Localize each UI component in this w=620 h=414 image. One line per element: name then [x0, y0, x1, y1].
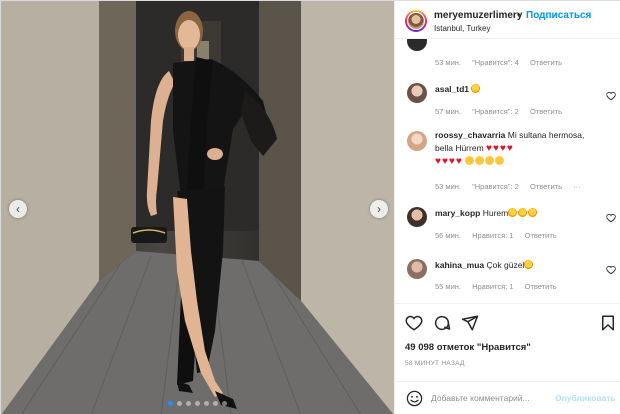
- follow-button[interactable]: Подписаться: [526, 10, 591, 21]
- carousel-next-button[interactable]: ›: [370, 200, 388, 218]
- likes-count[interactable]: 49 098 отметок "Нравится": [405, 342, 531, 353]
- reply-button[interactable]: Ответить: [530, 107, 562, 116]
- reply-button[interactable]: Ответить: [525, 282, 557, 291]
- carousel-indicator: [1, 401, 394, 406]
- post-actions: 49 098 отметок "Нравится" 58 МИНУТ НАЗАД: [395, 303, 620, 391]
- like-comment-heart-icon[interactable]: [606, 213, 616, 223]
- like-comment-heart-icon[interactable]: [606, 91, 616, 101]
- star-eyes-emoji-icon: [524, 260, 534, 269]
- comment-item: mary_kopp Hurem 56 мин. Нравится: 1 Отве…: [395, 205, 620, 240]
- comment-avatar[interactable]: [407, 83, 427, 103]
- comment-time: 56 мин.: [435, 231, 461, 240]
- comment-likes[interactable]: "Нравится": 2: [472, 182, 519, 191]
- share-send-icon[interactable]: [461, 314, 479, 332]
- smiling-emoji-icon: [495, 156, 505, 165]
- comment-username[interactable]: mary_kopp: [435, 208, 480, 218]
- red-heart-emoji-icon: ♥: [506, 143, 513, 154]
- comment-meta: 56 мин. Нравится: 1 Ответить: [435, 231, 566, 240]
- carousel-dot: [222, 401, 227, 406]
- author-avatar[interactable]: [405, 10, 427, 32]
- publish-comment-button[interactable]: Опубликовать: [555, 393, 616, 403]
- chevron-right-icon: ›: [377, 202, 381, 216]
- like-comment-heart-icon[interactable]: [606, 265, 616, 275]
- post-time: 58 МИНУТ НАЗАД: [405, 360, 465, 367]
- smiling-emoji-icon: [465, 156, 475, 165]
- comment-meta: 53 мин. "Нравится": 4 Ответить: [435, 58, 571, 67]
- comment-likes[interactable]: "Нравится": 4: [472, 58, 519, 67]
- red-heart-emoji-icon: ♥: [455, 156, 462, 167]
- carousel-dot: [195, 401, 200, 406]
- comment-avatar[interactable]: [407, 207, 427, 227]
- comment-meta: 57 мин. "Нравится": 2 Ответить: [435, 107, 571, 116]
- comment-avatar[interactable]: [407, 131, 427, 151]
- red-heart-emoji-icon: ♥: [441, 156, 448, 167]
- add-comment-bar: Опубликовать: [395, 381, 620, 414]
- comment-username[interactable]: roossy_chavarria: [435, 130, 505, 140]
- comment-input[interactable]: [431, 390, 551, 406]
- comment-avatar[interactable]: [407, 39, 427, 51]
- red-heart-emoji-icon: ♥: [492, 143, 499, 154]
- red-heart-emoji-icon: ♥: [448, 156, 455, 167]
- header-separator: •: [517, 10, 521, 21]
- post-sidebar: meryemuzerlimery • Подписаться Istanbul,…: [394, 1, 620, 414]
- photo-illustration: [1, 1, 394, 414]
- comment-likes[interactable]: Нравится: 1: [472, 231, 513, 240]
- smiling-emoji-icon: [475, 156, 485, 165]
- comment-meta: 55 мин. Нравится: 1 Ответить: [435, 282, 566, 291]
- carousel-dot: [186, 401, 191, 406]
- comment-item: asal_td1 57 мин. "Нравится": 2 Ответить: [395, 81, 620, 116]
- like-heart-icon[interactable]: [405, 314, 423, 332]
- comment-time: 57 мин.: [435, 107, 461, 116]
- comment-icon[interactable]: [433, 314, 451, 332]
- carousel-dot: [177, 401, 182, 406]
- carousel-dot: [168, 401, 173, 406]
- comment-time: 53 мин.: [435, 182, 461, 191]
- comment-time: 53 мин.: [435, 58, 461, 67]
- comment-item: 53 мин. "Нравится": 4 Ответить: [395, 39, 620, 69]
- smiling-emoji-icon: [485, 156, 495, 165]
- comments-list[interactable]: 53 мин. "Нравится": 4 Ответить asal_td1 …: [395, 39, 620, 303]
- star-eyes-emoji-icon: [518, 208, 528, 217]
- post-location[interactable]: Istanbul, Turkey: [434, 24, 490, 33]
- save-bookmark-icon[interactable]: [599, 314, 617, 332]
- comment-avatar[interactable]: [407, 259, 427, 279]
- instagram-post-viewer: ‹ › meryemuzerlimery • Подписаться Istan…: [0, 0, 620, 414]
- reply-button[interactable]: Ответить: [530, 182, 562, 191]
- author-username[interactable]: meryemuzerlimery: [434, 10, 522, 21]
- chevron-left-icon: ‹: [16, 202, 20, 216]
- red-heart-emoji-icon: ♥: [486, 143, 492, 154]
- star-eyes-emoji-icon: [471, 84, 481, 93]
- carousel-prev-button[interactable]: ‹: [9, 200, 27, 218]
- star-eyes-emoji-icon: [508, 208, 518, 217]
- more-options-icon[interactable]: ···: [573, 182, 581, 191]
- red-heart-emoji-icon: ♥: [435, 156, 441, 167]
- carousel-dot: [204, 401, 209, 406]
- comment-item: roossy_chavarria Mi sultana hermosa, bel…: [395, 127, 620, 193]
- post-photo[interactable]: ‹ ›: [1, 1, 394, 414]
- comment-likes[interactable]: Нравится: 1: [472, 282, 513, 291]
- comment-username[interactable]: asal_td1: [435, 84, 469, 94]
- comment-item: kahina_mua Çok güzel 55 мин. Нравится: 1…: [395, 257, 620, 291]
- comment-username[interactable]: kahina_mua: [435, 260, 484, 270]
- comment-likes[interactable]: "Нравится": 2: [472, 107, 519, 116]
- red-heart-emoji-icon: ♥: [499, 143, 506, 154]
- comment-text: Hurem: [482, 208, 509, 218]
- comment-time: 55 мин.: [435, 282, 461, 291]
- post-header: meryemuzerlimery • Подписаться Istanbul,…: [395, 1, 620, 39]
- carousel-dot: [213, 401, 218, 406]
- emoji-picker-icon[interactable]: [406, 390, 423, 407]
- reply-button[interactable]: Ответить: [525, 231, 557, 240]
- star-eyes-emoji-icon: [528, 208, 538, 217]
- comment-text: Çok güzel: [486, 260, 525, 270]
- reply-button[interactable]: Ответить: [530, 58, 562, 67]
- comment-meta: 53 мин. "Нравится": 2 Ответить ···: [435, 182, 590, 191]
